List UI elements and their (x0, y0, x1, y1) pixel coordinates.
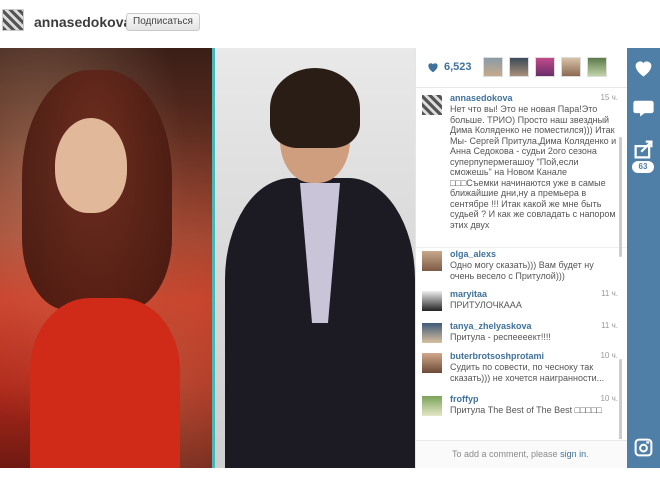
share-icon (634, 140, 653, 159)
comment-text: ПРИТУЛОЧКААА (450, 300, 522, 310)
comment-username[interactable]: froffyp (450, 394, 479, 404)
comment-username[interactable]: olga_alexs (450, 249, 496, 259)
comment-item: maryitaa 11 ч. ПРИТУЛОЧКААА (422, 289, 622, 319)
comment-button[interactable] (630, 94, 657, 121)
heart-icon[interactable] (426, 60, 440, 74)
photo-left-half (0, 48, 212, 468)
post-details-panel: 6,523 annasedokova 15 ч. Нет что вы! Это… (415, 48, 628, 468)
comment-username[interactable]: annasedokova (450, 93, 513, 103)
share-button[interactable] (630, 136, 657, 163)
comment-username[interactable]: tanya_zhelyaskova (450, 321, 532, 331)
comment-text: Одно могу сказать))) Вам будет ну очень … (450, 260, 594, 281)
avatar[interactable] (422, 95, 442, 115)
add-comment-text: To add a comment, please sign in. (452, 449, 589, 459)
avatar[interactable] (422, 353, 442, 373)
instagram-button[interactable] (630, 434, 657, 461)
comment-item: olga_alexs Одно могу сказать))) Вам буде… (422, 249, 622, 289)
avatar[interactable] (2, 9, 24, 31)
liker-avatar[interactable] (561, 57, 581, 77)
profile-header: annasedokova Подписаться (0, 0, 660, 48)
comment-username[interactable]: maryitaa (450, 289, 487, 299)
comment-item: buterbrotsoshprotami 10 ч. Судить по сов… (422, 351, 622, 391)
comment-time: 11 ч. (601, 289, 618, 298)
post-photo[interactable] (0, 48, 415, 468)
comments-scrollbar[interactable] (619, 137, 622, 257)
liker-avatar[interactable] (587, 57, 607, 77)
likes-bar: 6,523 (416, 48, 628, 88)
page: { "header": { "username": "annasedokova"… (0, 0, 660, 480)
liker-avatar[interactable] (509, 57, 529, 77)
comment-text: Нет что вы! Это не новая Пара!Это больше… (450, 104, 617, 230)
avatar[interactable] (422, 323, 442, 343)
avatar[interactable] (422, 396, 442, 416)
comments-list[interactable]: annasedokova 15 ч. Нет что вы! Это не но… (416, 89, 628, 439)
comment-username[interactable]: buterbrotsoshprotami (450, 351, 544, 361)
comments-scrollbar-lower[interactable] (619, 359, 622, 439)
comment-text: Судить по совести, по чесноку так сказат… (450, 362, 605, 383)
comment-item: annasedokova 15 ч. Нет что вы! Это не но… (422, 93, 622, 243)
bottom-edge (0, 468, 660, 480)
profile-username[interactable]: annasedokova (34, 14, 131, 30)
add-comment-bar: To add a comment, please sign in. (416, 440, 628, 468)
speech-bubble-icon (633, 100, 654, 117)
liker-avatar[interactable] (483, 57, 503, 77)
photo-right-half (215, 48, 415, 468)
sign-in-link[interactable]: sign in (560, 449, 586, 459)
liker-avatar[interactable] (535, 57, 555, 77)
comment-time: 15 ч. (600, 93, 618, 102)
like-button[interactable] (630, 54, 657, 81)
comment-text: Притула The Best of The Best □□□□□ (450, 405, 602, 415)
avatar[interactable] (422, 251, 442, 271)
instagram-logo-icon (634, 438, 653, 457)
follow-button[interactable]: Подписаться (126, 13, 200, 31)
action-rail: 63 (627, 48, 660, 468)
comment-time: 10 ч. (600, 394, 618, 403)
comment-text: Притула - респеееект!!!! (450, 332, 551, 342)
comment-time: 11 ч. (601, 321, 618, 330)
avatar[interactable] (422, 291, 442, 311)
comment-item: froffyp 10 ч. Притула The Best of The Be… (422, 394, 622, 434)
comment-time: 10 ч. (600, 351, 618, 360)
comment-item: tanya_zhelyaskova 11 ч. Притула - респее… (422, 321, 622, 351)
heart-icon (635, 61, 652, 77)
likes-count[interactable]: 6,523 (444, 61, 472, 73)
